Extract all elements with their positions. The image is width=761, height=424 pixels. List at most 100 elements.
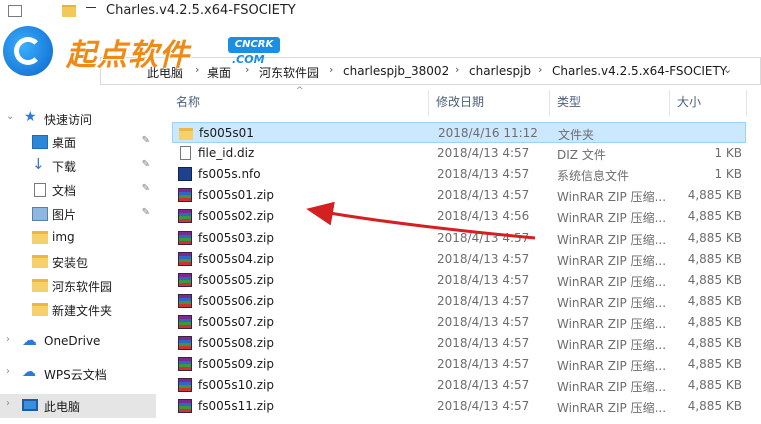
file-type: WinRAR ZIP 压缩...	[557, 380, 667, 395]
winrar-archive-icon	[178, 251, 192, 266]
nav-item-pictures[interactable]: 图片 ✎	[0, 202, 156, 226]
file-date: 2018/4/13 4:56	[437, 209, 530, 224]
nav-item-downloads[interactable]: ↓ 下载 ✎	[0, 154, 156, 178]
file-type: WinRAR ZIP 压缩...	[557, 211, 667, 226]
column-divider[interactable]	[549, 90, 550, 116]
nav-item-install-package[interactable]: 安装包	[0, 250, 156, 274]
file-row[interactable]: fs005s04.zip 2018/4/13 4:57 WinRAR ZIP 压缩.…	[172, 249, 746, 270]
folder-icon	[32, 279, 48, 292]
file-name: fs005s03.zip	[198, 230, 274, 245]
file-row[interactable]: fs005s02.zip 2018/4/13 4:56 WinRAR ZIP 压缩.…	[172, 206, 746, 227]
nav-item-label: 此电脑	[44, 400, 81, 414]
nav-item-hedong[interactable]: 河东软件园	[0, 274, 156, 298]
file-date: 2018/4/13 4:57	[437, 378, 530, 393]
chevron-down-icon[interactable]: ⌄	[723, 63, 732, 76]
window-title: Charles.v4.2.5.x64-FSOCIETY	[106, 3, 296, 18]
pin-icon[interactable]: ✎	[142, 135, 150, 146]
file-row[interactable]: fs005s09.zip 2018/4/13 4:57 WinRAR ZIP 压缩.…	[172, 354, 746, 375]
file-size: 4,885 KB	[687, 357, 742, 372]
file-row[interactable]: fs005s.nfo 2018/4/13 4:57 系统信息文件 1 KB	[172, 164, 746, 185]
nav-quick-access-label: 快速访问	[44, 113, 93, 127]
nav-item-wps-cloud[interactable]: › ☁ WPS云文档	[0, 362, 156, 386]
column-header-date[interactable]: 修改日期	[436, 93, 484, 110]
file-row[interactable]: fs005s05.zip 2018/4/13 4:57 WinRAR ZIP 压缩.…	[172, 270, 746, 291]
winrar-archive-icon	[178, 336, 192, 350]
winrar-archive-icon	[178, 293, 192, 308]
file-size: 4,885 KB	[687, 378, 742, 393]
column-divider[interactable]	[428, 90, 429, 116]
file-row[interactable]: fs005s01.zip 2018/4/13 4:57 WinRAR ZIP 压缩.…	[172, 185, 746, 206]
file-name: fs005s.nfo	[198, 167, 261, 182]
file-type: WinRAR ZIP 压缩...	[557, 338, 667, 352]
file-row[interactable]: fs005s03.zip 2018/4/13 4:57 WinRAR ZIP 压缩.…	[172, 228, 746, 249]
file-row[interactable]: fs005s07.zip 2018/4/13 4:57 WinRAR ZIP 压缩.…	[172, 312, 746, 333]
file-name: fs005s09.zip	[198, 357, 274, 372]
column-divider[interactable]	[746, 90, 747, 116]
file-type: DIZ 文件	[557, 148, 606, 163]
chevron-right-icon[interactable]: ›	[538, 63, 542, 76]
chevron-right-icon[interactable]: ›	[6, 398, 10, 409]
chevron-down-icon[interactable]: ⌄	[6, 111, 14, 122]
file-name: fs005s04.zip	[198, 251, 274, 266]
chevron-right-icon[interactable]: ›	[455, 63, 459, 76]
chevron-right-icon[interactable]: ›	[329, 63, 333, 76]
nav-item-label: 图片	[52, 208, 77, 222]
star-icon: ★	[24, 109, 37, 125]
file-name: fs005s05.zip	[198, 272, 274, 287]
nav-item-label: 桌面	[52, 136, 77, 150]
file-type: WinRAR ZIP 压缩...	[557, 232, 667, 247]
file-name: fs005s08.zip	[198, 336, 274, 350]
file-date: 2018/4/13 4:57	[437, 272, 530, 287]
column-header-name[interactable]: 名称	[176, 93, 200, 110]
breadcrumb-charlespjb[interactable]: charlespjb	[469, 64, 531, 78]
folder-icon	[32, 231, 48, 244]
nav-item-new-folder[interactable]: 新建文件夹	[0, 298, 156, 322]
file-size: 4,885 KB	[687, 230, 742, 245]
column-header-size[interactable]: 大小	[677, 93, 701, 110]
chevron-right-icon[interactable]: ›	[6, 366, 10, 377]
sort-ascending-icon: ^	[296, 86, 304, 96]
logo-text: 起点软件	[66, 38, 190, 73]
breadcrumb-charlespjb-38002[interactable]: charlespjb_38002	[343, 64, 449, 78]
folder-icon	[62, 5, 76, 17]
logo-ring-icon	[14, 37, 42, 65]
column-header-type[interactable]: 类型	[557, 93, 581, 110]
logo-badge: CNCRK	[228, 37, 280, 53]
file-row[interactable]: fs005s01 2018/4/16 11:12 文件夹	[172, 122, 746, 143]
file-date: 2018/4/13 4:57	[437, 314, 530, 329]
pin-icon[interactable]: ✎	[142, 159, 150, 170]
nav-quick-access[interactable]: ⌄ ★ 快速访问	[0, 107, 156, 131]
checkbox-icon[interactable]	[8, 5, 22, 17]
column-divider[interactable]	[669, 90, 670, 116]
nav-item-this-pc[interactable]: › 此电脑	[0, 394, 156, 418]
nav-item-label: 文档	[52, 184, 77, 198]
nav-item-desktop[interactable]: 桌面 ✎	[0, 130, 156, 154]
file-row[interactable]: file_id.diz 2018/4/13 4:57 DIZ 文件 1 KB	[172, 143, 746, 164]
winrar-archive-icon	[178, 357, 192, 372]
file-name: fs005s07.zip	[198, 314, 274, 329]
nav-item-label: OneDrive	[44, 334, 101, 348]
file-date: 2018/4/13 4:57	[437, 293, 530, 308]
document-icon	[180, 146, 191, 161]
winrar-archive-icon	[178, 188, 192, 203]
file-row[interactable]: fs005s08.zip 2018/4/13 4:57 WinRAR ZIP 压缩.…	[172, 333, 746, 354]
wps-cloud-icon: ☁	[22, 364, 36, 380]
file-row[interactable]: fs005s11.zip 2018/4/13 4:57 WinRAR ZIP 压缩.…	[172, 396, 746, 417]
chevron-right-icon[interactable]: ›	[6, 334, 10, 345]
file-date: 2018/4/13 4:57	[437, 167, 530, 182]
file-name: fs005s10.zip	[198, 378, 274, 393]
winrar-archive-icon	[178, 378, 192, 393]
file-row[interactable]: fs005s06.zip 2018/4/13 4:57 WinRAR ZIP 压缩.…	[172, 291, 746, 312]
nav-item-label: WPS云文档	[44, 368, 107, 382]
nav-item-documents[interactable]: 文档 ✎	[0, 178, 156, 202]
pin-icon[interactable]: ✎	[142, 183, 150, 194]
folder-icon	[179, 128, 193, 140]
nav-item-img[interactable]: img	[0, 226, 156, 250]
document-icon	[34, 183, 46, 197]
nav-item-onedrive[interactable]: › ☁ OneDrive	[0, 330, 156, 354]
desktop-icon	[32, 135, 48, 149]
file-size: 4,885 KB	[687, 399, 742, 414]
file-row[interactable]: fs005s10.zip 2018/4/13 4:57 WinRAR ZIP 压缩.…	[172, 375, 746, 396]
breadcrumb-current-folder[interactable]: Charles.v4.2.5.x64-FSOCIETY	[552, 64, 727, 78]
pin-icon[interactable]: ✎	[142, 207, 150, 218]
